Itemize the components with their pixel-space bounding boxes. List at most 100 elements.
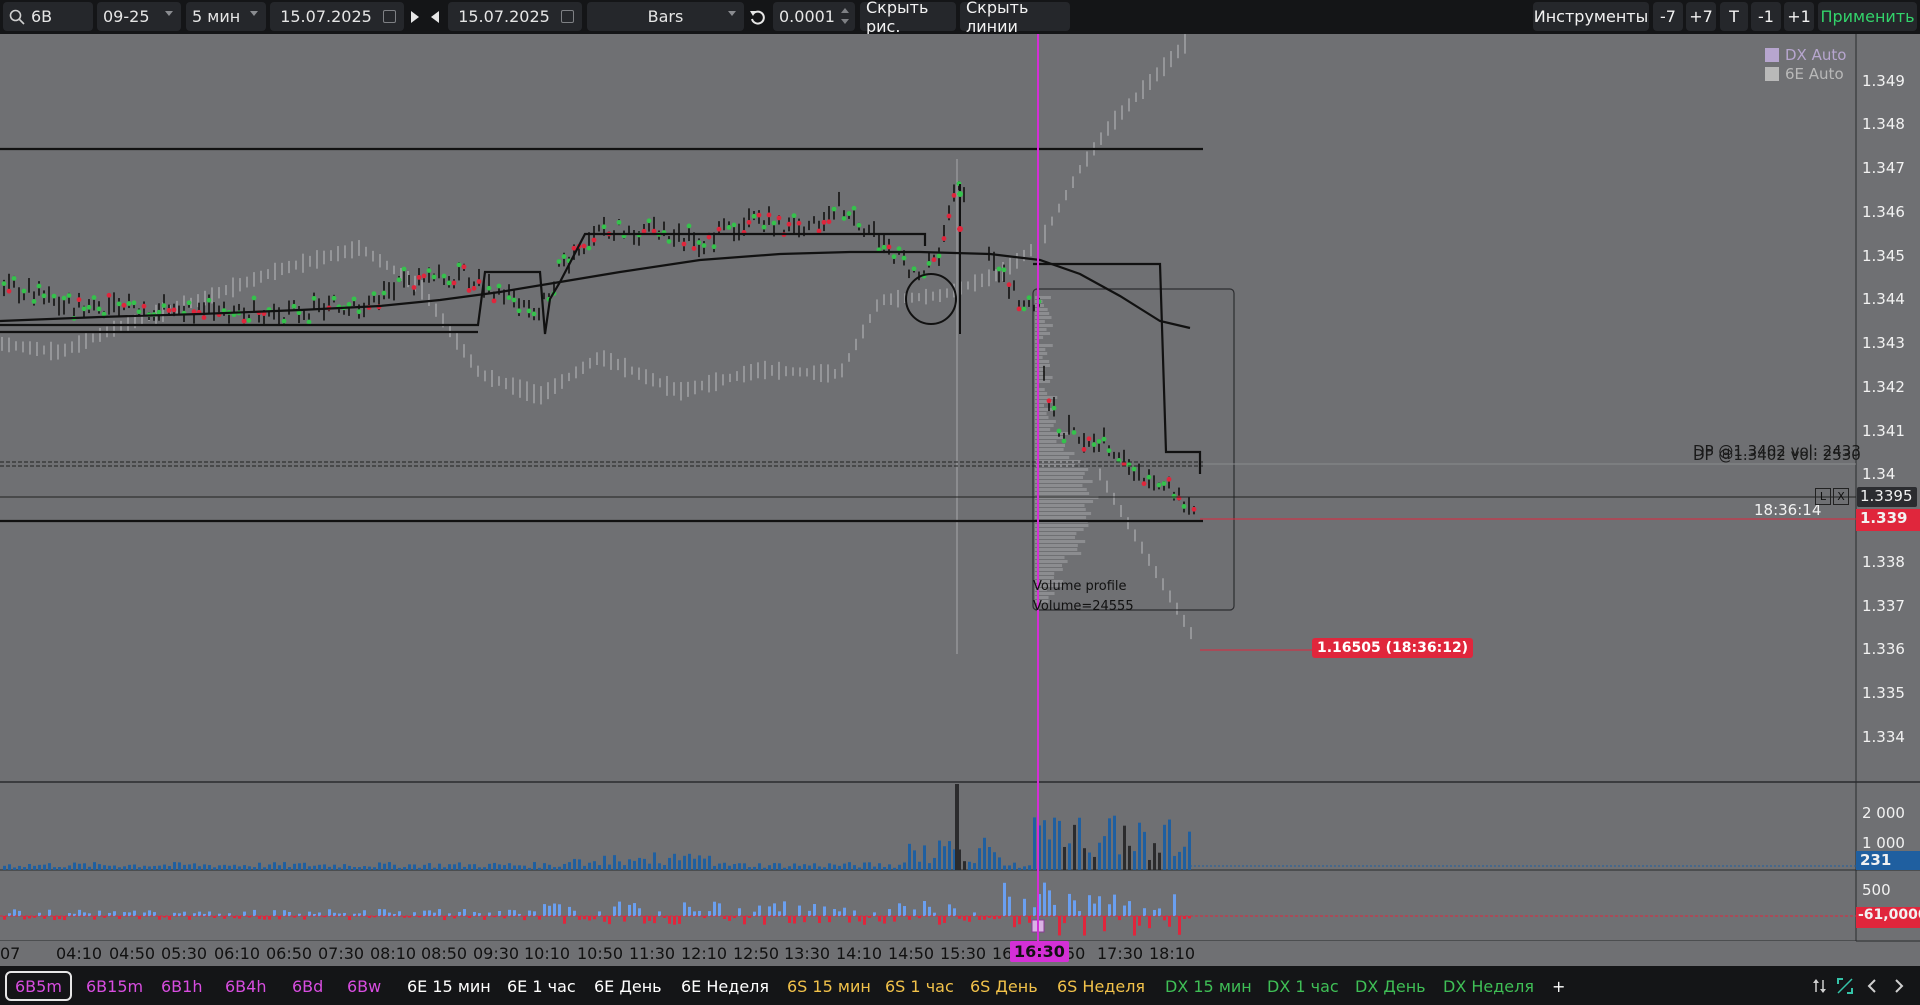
volume-bar (138, 867, 141, 870)
date-from-field[interactable]: 15.07.2025 (270, 2, 404, 31)
workspace-tab[interactable]: 6E 1 час (501, 973, 582, 999)
workspace-tab[interactable]: 6S 1 час (879, 973, 960, 999)
volume-bar (1008, 865, 1011, 870)
timeframe-select[interactable]: 5 мин (186, 2, 266, 31)
volume-bar (288, 867, 291, 870)
chevron-right-icon[interactable] (1893, 978, 1905, 994)
reset-button[interactable] (748, 2, 768, 31)
minus7-button[interactable]: -7 (1653, 2, 1683, 31)
chart-canvas[interactable] (0, 34, 1920, 966)
volume-bar (933, 857, 936, 870)
delta-bar (1098, 896, 1101, 916)
price-dot (1026, 295, 1032, 301)
delta-bar (963, 916, 966, 921)
volume-bar (703, 858, 706, 870)
fullscreen-icon[interactable] (1836, 977, 1854, 995)
volume-profile-row (1035, 348, 1046, 351)
delta-bar (198, 911, 201, 916)
price-dot (506, 295, 512, 301)
hide-drawings-button[interactable]: Скрыть рис. (860, 0, 956, 36)
price-dot (66, 293, 72, 298)
price-chart[interactable]: DX Auto 6E Auto 1.349 1.348 1.347 1.346 … (0, 34, 1920, 966)
workspace-tab[interactable]: DX День (1349, 973, 1432, 999)
volume-bar (993, 852, 996, 870)
volume-bar (153, 865, 156, 870)
workspace-tab[interactable]: 6S Неделя (1051, 973, 1151, 999)
price-dot (1176, 495, 1182, 501)
delta-bar (78, 909, 81, 916)
price-dot (561, 254, 567, 259)
workspace-tab[interactable]: 6E Неделя (675, 973, 775, 999)
swap-icon[interactable] (1812, 978, 1828, 994)
stepper-icon (841, 8, 849, 24)
prev-date-button[interactable] (427, 2, 443, 31)
t-button[interactable]: T (1720, 2, 1748, 31)
volume-profile-row (1035, 468, 1089, 471)
price-tick: 1.337 (1862, 597, 1905, 615)
volume-bar (928, 863, 931, 870)
volume-bar (873, 866, 876, 870)
volume-bar (448, 864, 451, 870)
hide-lines-button[interactable]: Скрыть линии (960, 0, 1070, 36)
workspace-tab[interactable]: 6Bw (341, 973, 387, 999)
workspace-tab[interactable]: 6B5m (5, 971, 72, 1001)
line-close-marker[interactable]: X (1833, 488, 1849, 505)
price-dot (821, 219, 827, 225)
apply-button[interactable]: Применить (1818, 2, 1917, 31)
volume-bar (578, 859, 581, 870)
play-right-icon (411, 10, 419, 23)
workspace-tab[interactable]: 6S 15 мин (781, 973, 877, 999)
volume-bar (158, 865, 161, 870)
price-dot (486, 285, 492, 291)
date-to-field[interactable]: 15.07.2025 (448, 2, 582, 31)
time-axis[interactable]: 07 04:10 04:50 05:30 06:10 06:50 07:30 0… (0, 941, 1856, 965)
price-dot (746, 219, 752, 225)
workspace-tab[interactable]: DX Неделя (1437, 973, 1540, 999)
workspace-tab[interactable]: 6S День (964, 973, 1044, 999)
delta-bar (1068, 893, 1071, 916)
workspace-tab[interactable]: 6E 15 мин (401, 973, 497, 999)
workspace-tab[interactable]: 6Bd (286, 973, 329, 999)
contract-select[interactable]: 09-25 (97, 2, 181, 31)
delta-bar (1153, 909, 1156, 916)
chart-type-select[interactable]: Bars (587, 2, 744, 31)
workspace-tab[interactable]: DX 15 мин (1159, 973, 1258, 999)
instruments-button[interactable]: Инструменты (1533, 2, 1649, 31)
workspace-tab[interactable]: 6B4h (219, 973, 272, 999)
timeframe-value: 5 мин (192, 7, 241, 26)
price-dot (926, 261, 932, 266)
workspace-tab[interactable]: 6E День (588, 973, 668, 999)
volume-bar (493, 862, 496, 870)
add-tab-button[interactable]: + (1546, 973, 1571, 999)
plus7-button[interactable]: +7 (1686, 2, 1716, 31)
volume-profile-row (1035, 472, 1085, 475)
workspace-tab[interactable]: DX 1 час (1261, 973, 1345, 999)
minus1-button[interactable]: -1 (1751, 2, 1781, 31)
symbol-search-field[interactable]: 6B (3, 2, 93, 31)
plus1-button[interactable]: +1 (1784, 2, 1814, 31)
delta-bar (328, 909, 331, 916)
legend-item-dx[interactable]: DX Auto (1765, 46, 1846, 64)
delta-bar (928, 906, 931, 916)
price-dot (646, 218, 652, 224)
delta-bar (528, 910, 531, 916)
volume-bar (333, 864, 336, 870)
delta-bar (413, 912, 416, 916)
chevron-left-icon[interactable] (1866, 978, 1878, 994)
volume-bar (383, 863, 386, 870)
volume-bar (723, 862, 726, 870)
legend-item-6e[interactable]: 6E Auto (1765, 65, 1844, 83)
time-tick: 14:50 (888, 944, 935, 963)
delta-bar (378, 909, 381, 916)
price-dot (1, 281, 7, 286)
tick-size-input[interactable]: 0.0001 (773, 2, 855, 31)
volume-bar (1128, 845, 1131, 870)
next-date-button[interactable] (407, 2, 423, 31)
volume-bar (668, 857, 671, 870)
delta-bar (938, 916, 941, 925)
line-lock-marker[interactable]: L (1815, 488, 1831, 505)
delta-bar (793, 916, 796, 924)
workspace-tab[interactable]: 6B1h (155, 973, 208, 999)
volume-bar (963, 861, 966, 870)
workspace-tab[interactable]: 6B15m (80, 973, 149, 999)
